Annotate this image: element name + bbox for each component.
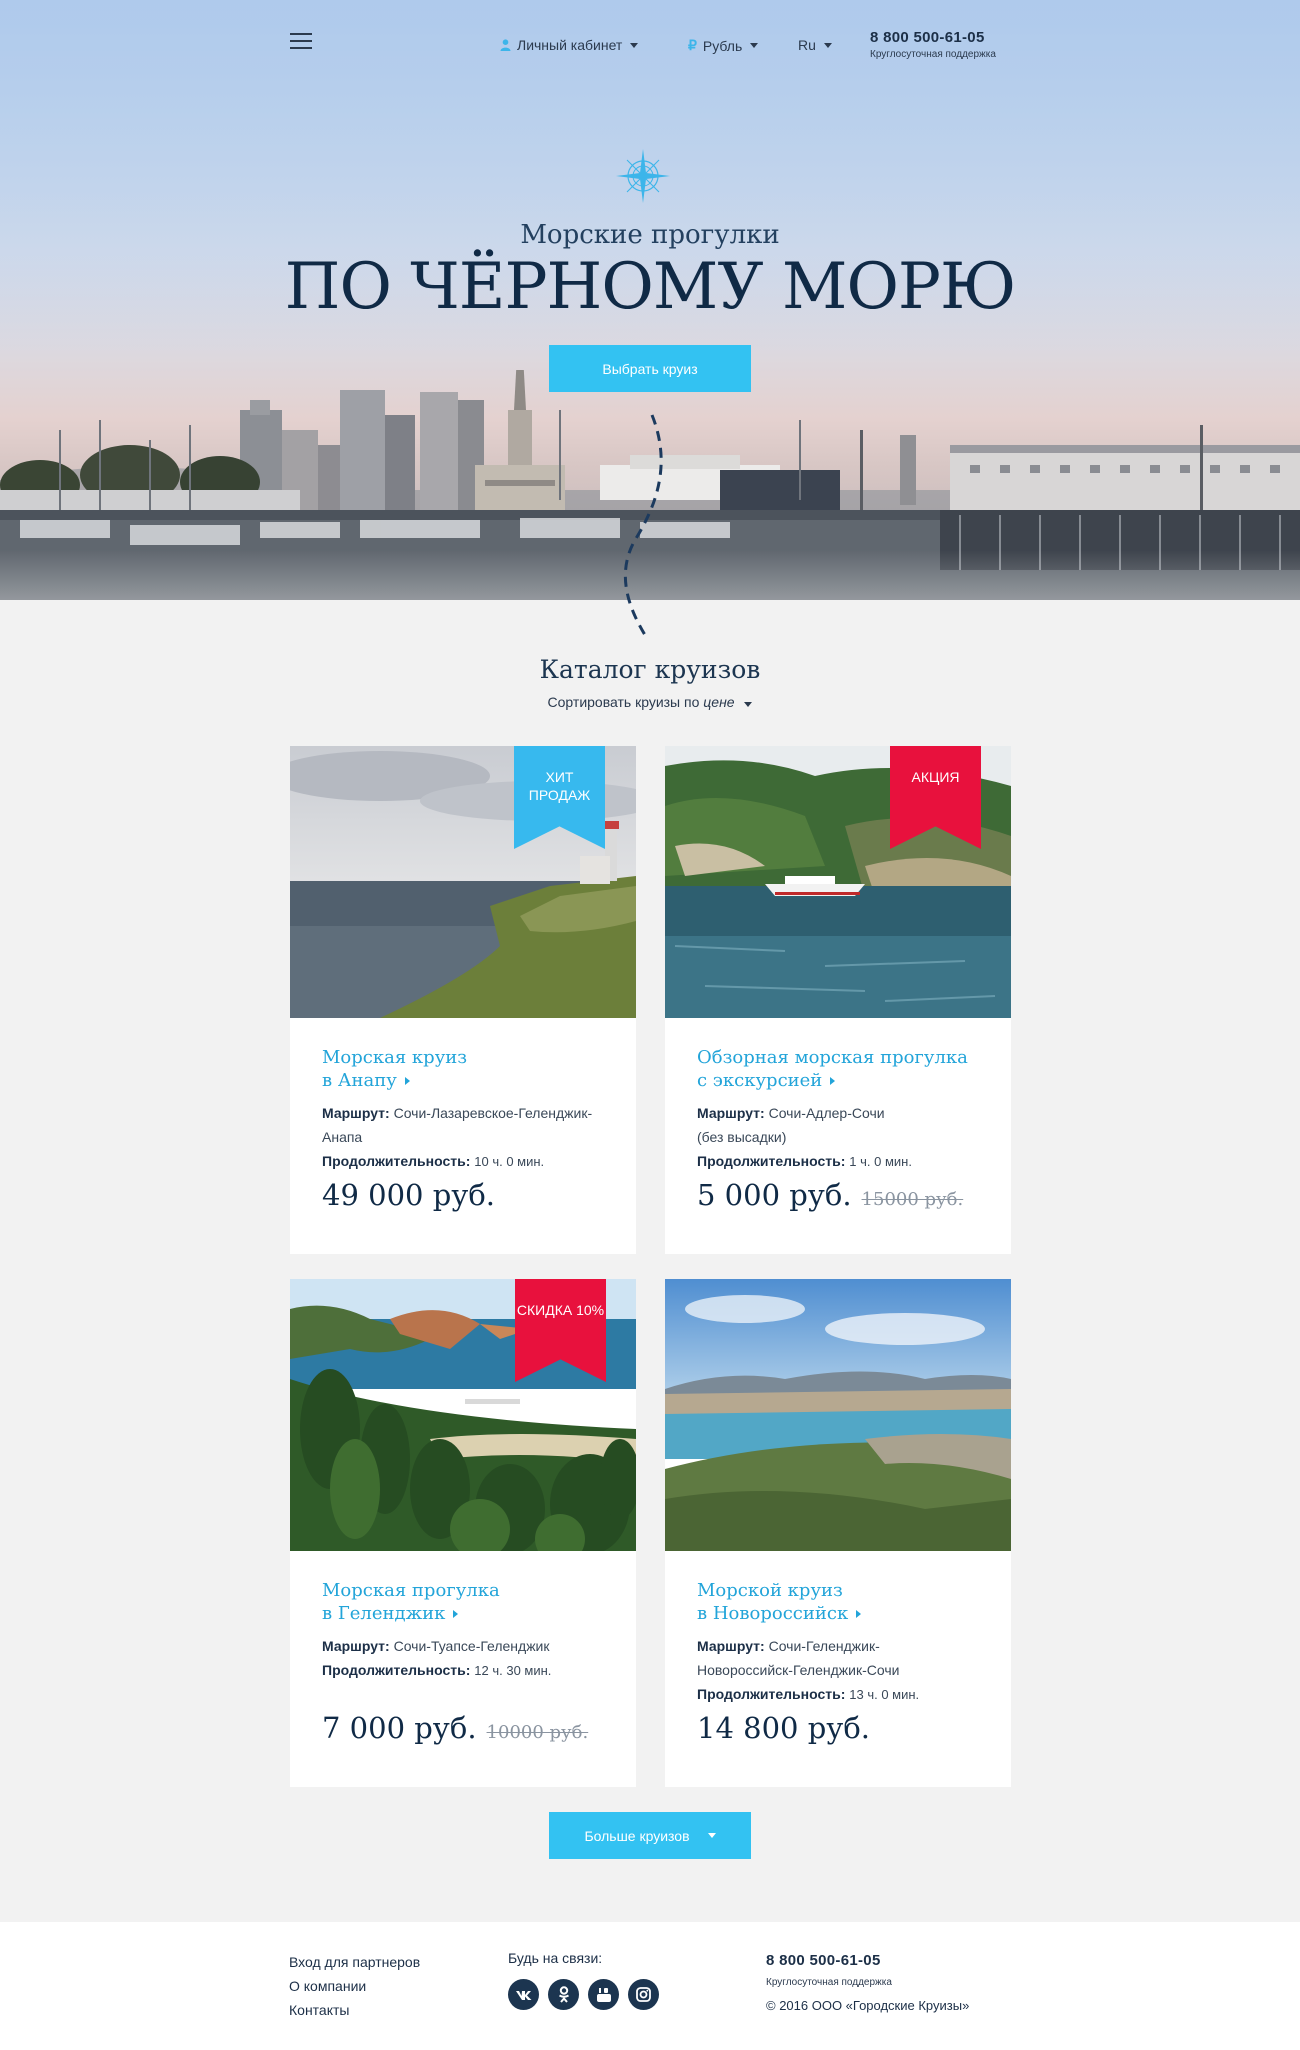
title-line: в Новороссийск: [697, 1603, 849, 1624]
social-title: Будь на связи:: [508, 1950, 603, 1966]
currency-select[interactable]: ₽ Рубль: [688, 37, 759, 54]
arrow-right-icon: [453, 1610, 459, 1618]
footer-links: Вход для партнеров О компании Контакты: [289, 1950, 420, 2022]
footer: Вход для партнеров О компании Контакты Б…: [0, 1922, 1300, 2050]
cruise-title-link[interactable]: Морской круиз в Новороссийск: [697, 1579, 997, 1625]
route-label: Маршрут:: [697, 1105, 765, 1121]
contacts-link[interactable]: Контакты: [289, 1998, 420, 2022]
footer-phone[interactable]: 8 800 500-61-05: [766, 1952, 969, 1969]
vk-icon[interactable]: [508, 1979, 539, 2010]
chevron-down-icon: [744, 702, 753, 707]
cruise-title-link[interactable]: Морская прогулка в Геленджик: [322, 1579, 622, 1625]
language-select[interactable]: Ru: [798, 37, 832, 53]
more-cruises-label: Больше круизов: [584, 1827, 690, 1844]
route-label: Маршрут:: [322, 1638, 390, 1654]
choose-cruise-button[interactable]: Выбрать круиз: [549, 345, 751, 392]
about-link[interactable]: О компании: [289, 1974, 420, 1998]
duration-label: Продолжительность:: [697, 1153, 846, 1169]
language-label: Ru: [798, 37, 816, 53]
title-line: Морская круиз: [322, 1047, 468, 1068]
cruise-title-link[interactable]: Обзорная морская прогулка с экскурсией: [697, 1046, 997, 1092]
current-price: 5 000 руб.: [697, 1178, 852, 1212]
title-line: Обзорная морская прогулка: [697, 1047, 968, 1068]
arrow-right-icon: [404, 1077, 410, 1085]
top-bar: Личный кабинет ₽ Рубль Ru 8 800 500-61-0…: [0, 0, 1300, 80]
duration-label: Продолжительность:: [697, 1686, 846, 1702]
price: 5 000 руб. 15000 руб.: [697, 1178, 963, 1212]
footer-phone-note: Круглосуточная поддержка: [766, 1977, 892, 1988]
current-price: 7 000 руб.: [322, 1711, 477, 1745]
social-block: Будь на связи:: [508, 1950, 659, 2010]
title-line: Морской круиз: [697, 1580, 843, 1601]
hero-subtitle: Морские прогулки: [520, 220, 780, 250]
sort-control[interactable]: Сортировать круизы по цене: [0, 694, 1300, 710]
old-price: 15000 руб.: [861, 1189, 964, 1210]
route-label: Маршрут:: [322, 1105, 390, 1121]
cruise-card[interactable]: СКИДКА 10% Морская прогулка в Геленджик …: [290, 1279, 636, 1787]
cruise-info: Маршрут: Сочи-Туапсе-Геленджик Продолжит…: [322, 1634, 622, 1683]
price: 14 800 руб.: [697, 1711, 870, 1745]
duration-label: Продолжительность:: [322, 1662, 471, 1678]
partners-login-link[interactable]: Вход для партнеров: [289, 1950, 420, 1974]
more-cruises-button[interactable]: Больше круизов: [549, 1812, 751, 1859]
chevron-down-icon: [750, 43, 759, 48]
current-price: 49 000 руб.: [322, 1178, 495, 1212]
youtube-icon[interactable]: [588, 1979, 619, 2010]
cruise-title-link[interactable]: Морская круиз в Анапу: [322, 1046, 622, 1092]
cruise-card[interactable]: Морской круиз в Новороссийск Маршрут: Со…: [665, 1279, 1011, 1787]
sort-prefix: Сортировать круизы по: [547, 694, 700, 710]
route-label: Маршрут:: [697, 1638, 765, 1654]
sort-value: цене: [703, 694, 735, 710]
title-line: Морская прогулка: [322, 1580, 500, 1601]
arrow-right-icon: [856, 1610, 862, 1618]
compass-rose-icon: [616, 149, 670, 203]
current-price: 14 800 руб.: [697, 1711, 870, 1745]
cruise-info: Маршрут: Сочи-Геленджик-Новороссийск-Гел…: [697, 1634, 997, 1707]
ruble-icon: ₽: [688, 37, 697, 53]
support-phone-block: 8 800 500-61-05 Круглосуточная поддержка: [870, 29, 996, 60]
odnoklassniki-icon[interactable]: [548, 1979, 579, 2010]
price: 49 000 руб.: [322, 1178, 495, 1212]
cruise-card[interactable]: ХИТ ПРОДАЖ Морская круиз в Анапу Маршрут…: [290, 746, 636, 1254]
account-label: Личный кабинет: [517, 37, 623, 53]
chevron-down-icon: [707, 1833, 716, 1838]
instagram-icon[interactable]: [628, 1979, 659, 2010]
menu-icon[interactable]: [290, 33, 312, 49]
support-phone[interactable]: 8 800 500-61-05: [870, 29, 996, 46]
duration-value: 1 ч. 0 мин.: [849, 1154, 912, 1169]
currency-label: Рубль: [702, 37, 743, 54]
copyright: © 2016 ООО «Городские Круизы»: [766, 1998, 970, 2013]
duration-label: Продолжительность:: [322, 1153, 471, 1169]
title-line: в Анапу: [322, 1070, 397, 1091]
user-icon: [500, 39, 511, 51]
cruise-photo-anapa[interactable]: ХИТ ПРОДАЖ: [290, 746, 636, 1018]
cruise-photo-adler[interactable]: АКЦИЯ: [665, 746, 1011, 1018]
cruise-photo-novorossiysk[interactable]: [665, 1279, 1011, 1551]
cruise-info: Маршрут: Сочи-Лазаревское-Геленджик-Анап…: [322, 1101, 622, 1174]
duration-value: 12 ч. 30 мин.: [474, 1663, 552, 1678]
route-dashed-line: [623, 414, 663, 636]
duration-value: 10 ч. 0 мин.: [474, 1154, 545, 1169]
hero-title: ПО ЧЁРНОМУ МОРЮ: [284, 250, 1017, 324]
chevron-down-icon: [823, 42, 832, 48]
arrow-right-icon: [830, 1077, 836, 1085]
cruise-info: Маршрут: Сочи-Адлер-Сочи (без высадки) П…: [697, 1101, 997, 1174]
old-price: 10000 руб.: [486, 1722, 589, 1743]
route-value: Сочи-Туапсе-Геленджик: [393, 1638, 550, 1654]
social-icons: [508, 1979, 659, 2010]
cruise-photo-gelendzhik[interactable]: СКИДКА 10%: [290, 1279, 636, 1551]
chevron-down-icon: [630, 42, 639, 48]
title-line: с экскурсией: [697, 1070, 823, 1091]
catalog-title: Каталог круизов: [539, 655, 761, 684]
footer-contact: 8 800 500-61-05 Круглосуточная поддержка…: [766, 1952, 969, 2013]
support-note: Круглосуточная поддержка: [870, 49, 996, 60]
duration-value: 13 ч. 0 мин.: [849, 1687, 920, 1702]
title-line: в Геленджик: [322, 1603, 446, 1624]
price: 7 000 руб. 10000 руб.: [322, 1711, 588, 1745]
cruise-card[interactable]: АКЦИЯ Обзорная морская прогулка с экскур…: [665, 746, 1011, 1254]
account-menu[interactable]: Личный кабинет: [500, 37, 639, 53]
